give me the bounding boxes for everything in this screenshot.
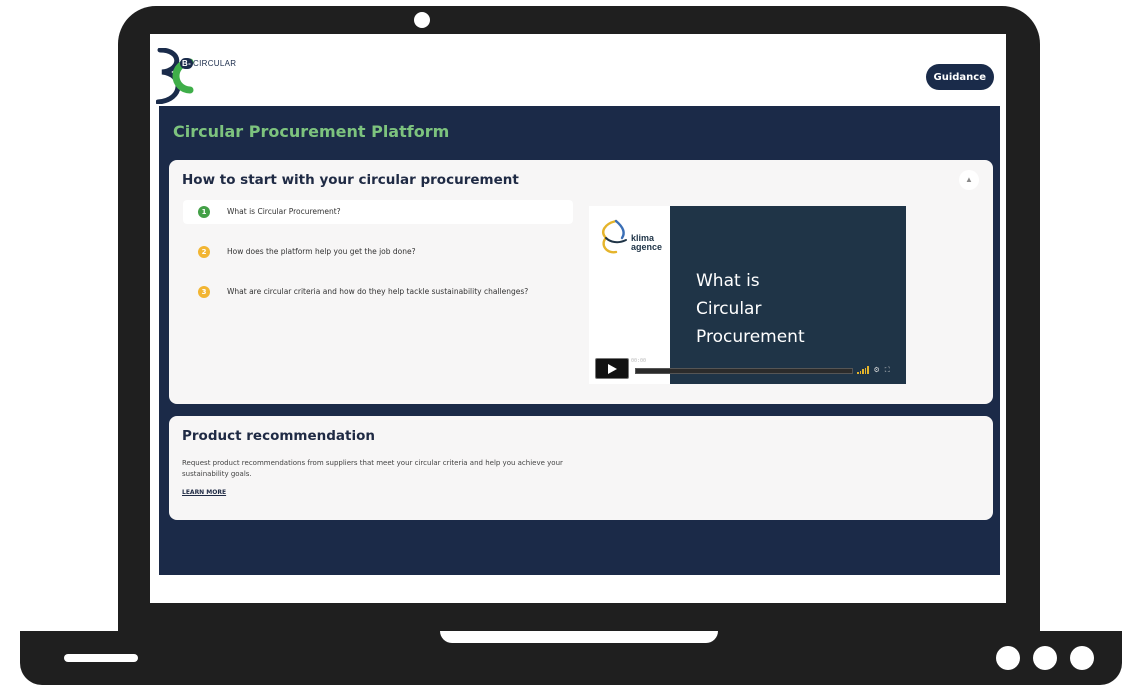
- laptop-dot: [996, 646, 1020, 670]
- video-headline-line: Circular: [696, 299, 762, 319]
- klima-agence-wordmark: klima agence: [631, 234, 662, 252]
- agence-line: agence: [631, 242, 663, 252]
- video-headline: What is Circular Procurement: [696, 267, 876, 351]
- webcam-icon: [414, 12, 430, 28]
- faq-item-label: What is Circular Procurement?: [227, 207, 341, 216]
- fullscreen-icon[interactable]: ⛶: [885, 366, 890, 374]
- step-number-badge: 3: [198, 286, 210, 298]
- video-progress-bar[interactable]: [635, 368, 853, 374]
- faq-item-platform-help[interactable]: 2 How does the platform help you get the…: [183, 240, 573, 264]
- faq-item-label: How does the platform help you get the j…: [227, 247, 416, 256]
- product-recommendation-description: Request product recommendations from sup…: [182, 459, 563, 478]
- step-number-badge: 2: [198, 246, 210, 258]
- video-time: 00:00: [631, 358, 647, 364]
- step-number-badge: 1: [198, 206, 210, 218]
- video-controls: ⚙ ⛶: [857, 364, 890, 376]
- learn-more-link[interactable]: LEARN MORE: [182, 489, 226, 496]
- logo-wordmark: B- CIRCULAR: [180, 58, 237, 69]
- page-title: Circular Procurement Platform: [173, 122, 450, 141]
- video-player[interactable]: klima agence What is Circular Procuremen…: [589, 206, 906, 384]
- top-bar: B- CIRCULAR Guidance: [150, 34, 1006, 106]
- laptop-dot: [1033, 646, 1057, 670]
- logo-wordmark-lead: B-: [180, 58, 194, 69]
- laptop-dot: [1070, 646, 1094, 670]
- logo-wordmark-rest: CIRCULAR: [193, 59, 237, 68]
- laptop-screen: B- CIRCULAR Guidance Circular Procurement…: [150, 34, 1006, 603]
- faq-item-circular-criteria[interactable]: 3 What are circular criteria and how do …: [183, 280, 573, 304]
- b-circular-logo[interactable]: [156, 48, 250, 104]
- start-procurement-card: How to start with your circular procurem…: [169, 160, 993, 404]
- laptop-hinge-notch: [440, 631, 718, 643]
- laptop-slot: [64, 654, 138, 662]
- faq-item-what-is-circular-procurement[interactable]: 1 What is Circular Procurement?: [183, 200, 573, 224]
- main-content: Circular Procurement Platform How to sta…: [159, 106, 1000, 575]
- product-recommendation-card: Product recommendation Request product r…: [169, 416, 993, 520]
- play-button[interactable]: [595, 358, 629, 379]
- klima-agence-logo: [602, 219, 627, 254]
- faq-item-label: What are circular criteria and how do th…: [227, 287, 529, 296]
- gear-icon[interactable]: ⚙: [874, 366, 880, 374]
- chevron-up-icon: ▲: [965, 175, 973, 184]
- video-headline-line: What is: [696, 271, 760, 291]
- volume-icon[interactable]: [857, 366, 869, 374]
- collapse-button[interactable]: ▲: [959, 170, 979, 190]
- product-recommendation-title: Product recommendation: [182, 428, 375, 444]
- video-headline-line: Procurement: [696, 327, 805, 347]
- play-icon: [608, 363, 617, 374]
- guidance-button[interactable]: Guidance: [925, 64, 994, 90]
- start-procurement-title: How to start with your circular procurem…: [182, 172, 519, 188]
